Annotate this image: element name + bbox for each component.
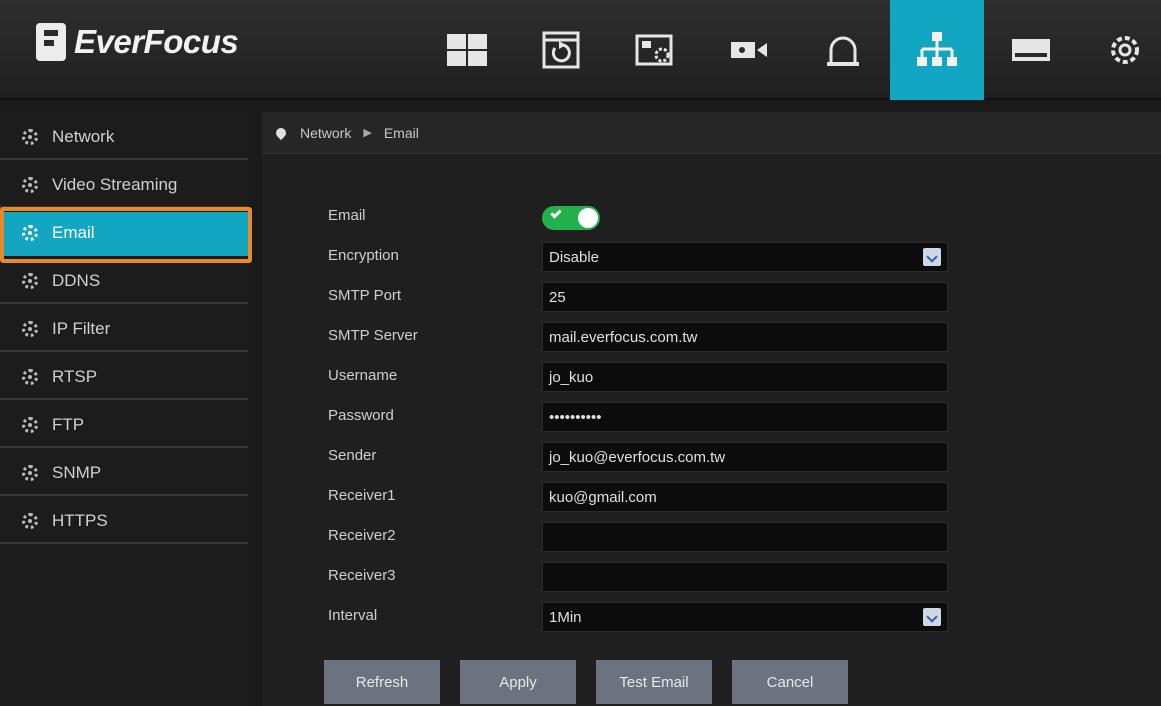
row-smtp-server: SMTP Server mail.everfocus.com.tw xyxy=(262,320,1161,354)
sidebar: Network Video Streaming Email DDNS IP Fi… xyxy=(0,112,248,706)
sender-input[interactable]: jo_kuo@everfocus.com.tw xyxy=(542,442,948,472)
nav-settings[interactable] xyxy=(1078,0,1161,100)
breadcrumb-parent[interactable]: Network xyxy=(300,125,351,141)
nav-playback[interactable] xyxy=(514,0,608,100)
button-row: Refresh Apply Test Email Cancel xyxy=(324,660,868,704)
sidebar-item-video-streaming[interactable]: Video Streaming xyxy=(0,164,248,208)
selection-highlight xyxy=(0,207,252,263)
interval-label: Interval xyxy=(328,607,378,624)
chevron-right-icon: ▶ xyxy=(363,127,372,139)
row-encryption: Encryption Disable xyxy=(262,240,1161,274)
encryption-select[interactable]: Disable xyxy=(542,242,948,272)
sidebar-item-label: IP Filter xyxy=(52,319,111,338)
row-password: Password •••••••••• xyxy=(262,400,1161,434)
row-username: Username jo_kuo xyxy=(262,360,1161,394)
sidebar-item-label: RTSP xyxy=(52,367,98,386)
receiver2-label: Receiver2 xyxy=(328,527,396,544)
gear-icon xyxy=(22,273,38,289)
row-receiver3: Receiver3 xyxy=(262,560,1161,594)
interval-value: 1Min xyxy=(549,609,582,626)
sidebar-item-ddns[interactable]: DDNS xyxy=(0,260,248,304)
receiver1-input[interactable]: kuo@gmail.com xyxy=(542,482,948,512)
sidebar-item-network[interactable]: Network xyxy=(0,116,248,160)
nav-camera[interactable] xyxy=(702,0,796,100)
nav-storage[interactable] xyxy=(984,0,1078,100)
receiver2-input[interactable] xyxy=(542,522,948,552)
email-toggle[interactable] xyxy=(542,206,600,230)
nav-image[interactable] xyxy=(608,0,702,100)
app-window: EverFocus Network Video Streaming Email … xyxy=(0,0,1161,706)
interval-select[interactable]: 1Min xyxy=(542,602,948,632)
sidebar-item-label: Network xyxy=(52,127,115,146)
toggle-knob xyxy=(578,208,598,228)
playback-icon xyxy=(542,31,580,69)
test-email-button[interactable]: Test Email xyxy=(596,660,712,704)
smtp-port-label: SMTP Port xyxy=(328,287,402,304)
gear-icon xyxy=(22,321,38,337)
sidebar-item-label: FTP xyxy=(52,415,85,434)
smtp-port-input[interactable]: 25 xyxy=(542,282,948,312)
row-sender: Sender jo_kuo@everfocus.com.tw xyxy=(262,440,1161,474)
gear-icon xyxy=(22,465,38,481)
breadcrumb: Network ▶ Email xyxy=(262,112,1161,154)
sidebar-item-label: Video Streaming xyxy=(52,175,178,194)
username-label: Username xyxy=(328,367,398,384)
row-receiver2: Receiver2 xyxy=(262,520,1161,554)
storage-icon xyxy=(1012,39,1050,61)
encryption-value: Disable xyxy=(549,249,600,266)
apply-button[interactable]: Apply xyxy=(460,660,576,704)
chevron-down-icon[interactable] xyxy=(923,608,941,626)
breadcrumb-current: Email xyxy=(383,124,419,141)
row-receiver1: Receiver1 kuo@gmail.com xyxy=(262,480,1161,514)
gear-icon xyxy=(22,417,38,433)
gear-icon xyxy=(22,513,38,529)
nav-network[interactable] xyxy=(890,0,984,100)
cancel-button[interactable]: Cancel xyxy=(732,660,848,704)
username-input[interactable]: jo_kuo xyxy=(542,362,948,392)
logo: EverFocus xyxy=(36,20,239,64)
nav-alarm[interactable] xyxy=(796,0,890,100)
gear-icon xyxy=(22,129,38,145)
smtp-server-input[interactable]: mail.everfocus.com.tw xyxy=(542,322,948,352)
encryption-label: Encryption xyxy=(328,247,399,264)
logo-mark xyxy=(36,23,66,61)
nav-layout[interactable] xyxy=(420,0,514,100)
gear-icon xyxy=(22,177,38,193)
gear-icon xyxy=(22,369,38,385)
settings-icon xyxy=(1111,36,1139,64)
row-smtp-port: SMTP Port 25 xyxy=(262,280,1161,314)
chevron-down-icon[interactable] xyxy=(923,248,941,266)
row-email: Email xyxy=(262,200,1161,234)
row-interval: Interval 1Min xyxy=(262,600,1161,634)
check-icon xyxy=(550,207,562,219)
camera-icon xyxy=(731,42,767,58)
sidebar-item-snmp[interactable]: SNMP xyxy=(0,452,248,496)
sidebar-item-https[interactable]: HTTPS xyxy=(0,500,248,544)
sidebar-item-label: HTTPS xyxy=(52,511,108,530)
refresh-button[interactable]: Refresh xyxy=(324,660,440,704)
network-icon xyxy=(917,32,957,66)
sidebar-item-ip-filter[interactable]: IP Filter xyxy=(0,308,248,352)
password-label: Password xyxy=(328,407,394,424)
image-settings-icon xyxy=(635,34,673,66)
location-pin-icon xyxy=(273,125,289,140)
smtp-server-label: SMTP Server xyxy=(328,327,418,344)
sidebar-item-rtsp[interactable]: RTSP xyxy=(0,356,248,400)
main-panel: Network ▶ Email Email Encryption Disable… xyxy=(262,112,1161,706)
main-nav xyxy=(420,0,1161,100)
sidebar-item-ftp[interactable]: FTP xyxy=(0,404,248,448)
brand-name: EverFocus xyxy=(74,23,239,60)
layout-grid-icon xyxy=(447,34,487,66)
receiver1-label: Receiver1 xyxy=(328,487,396,504)
receiver3-label: Receiver3 xyxy=(328,567,396,584)
receiver3-input[interactable] xyxy=(542,562,948,592)
sidebar-item-label: DDNS xyxy=(52,271,101,290)
alarm-icon xyxy=(827,36,859,66)
sender-label: Sender xyxy=(328,447,377,464)
password-input[interactable]: •••••••••• xyxy=(542,402,948,432)
sidebar-item-label: SNMP xyxy=(52,463,102,482)
email-label: Email xyxy=(328,207,366,224)
top-bar: EverFocus xyxy=(0,0,1161,100)
